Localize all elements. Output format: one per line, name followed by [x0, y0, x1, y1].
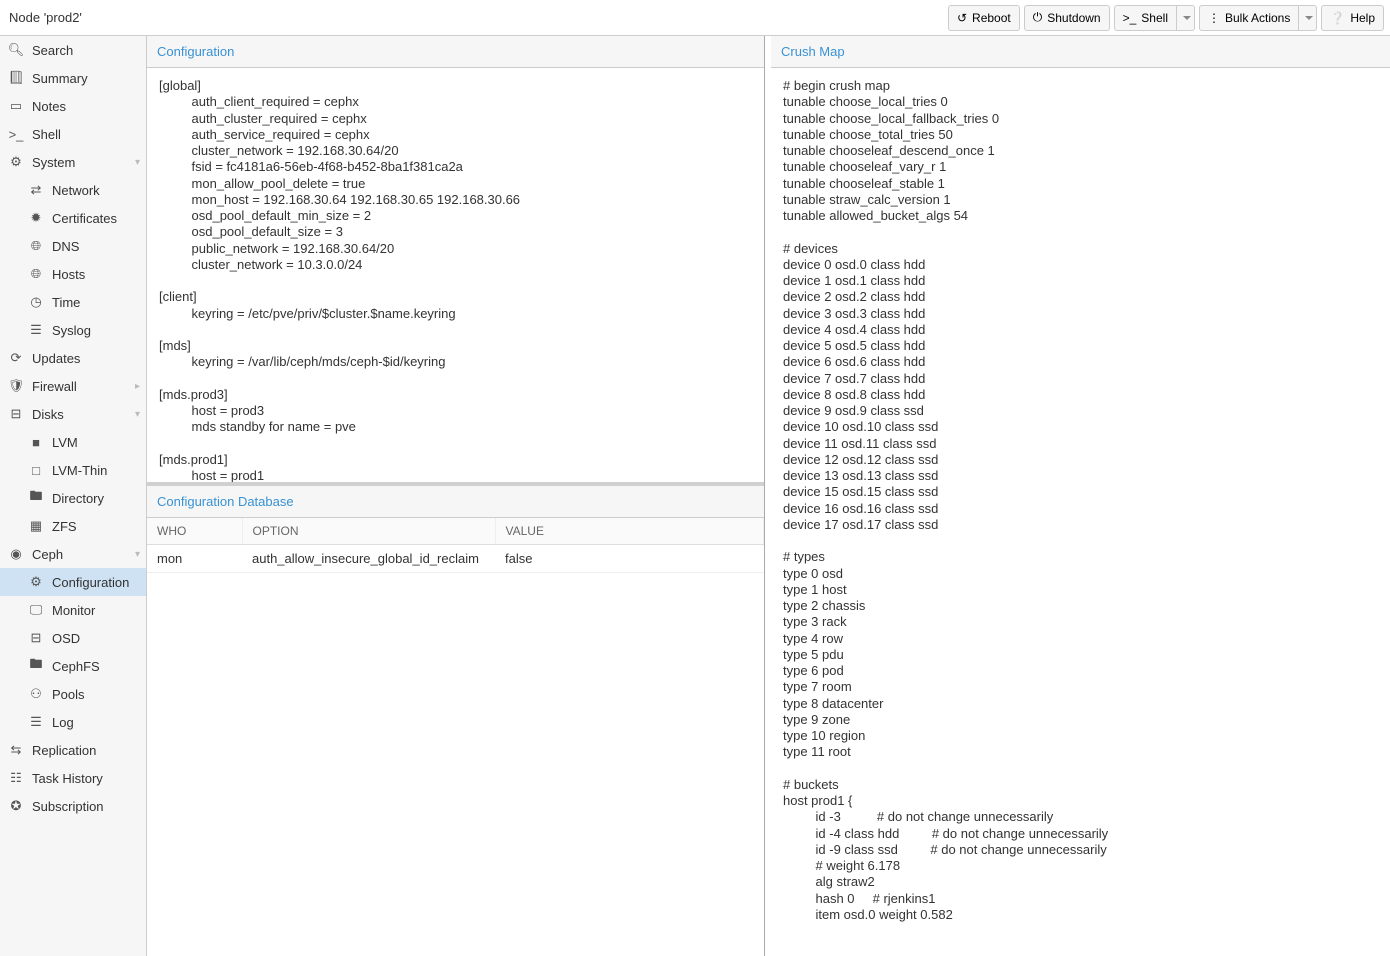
sidebar-item-firewall[interactable]: 🛡︎Firewall▸ — [0, 372, 146, 400]
sidebar-item-system[interactable]: ⚙System▾ — [0, 148, 146, 176]
chevron-down-icon — [1305, 16, 1313, 20]
chevron-right-icon: ▸ — [135, 381, 140, 392]
sidebar-item-updates[interactable]: ⟳Updates — [0, 344, 146, 372]
sidebar-item-dns[interactable]: 🌐︎DNS — [0, 232, 146, 260]
sidebar-item-subscription[interactable]: ✪Subscription — [0, 792, 146, 820]
hdd-icon: ⊟ — [8, 406, 24, 422]
list-icon: ☰ — [28, 322, 44, 338]
tv-icon: 🖵 — [28, 602, 44, 618]
sidebar-item-ceph[interactable]: ◉Ceph▾ — [0, 540, 146, 568]
table-row[interactable]: mon auth_allow_insecure_global_id_reclai… — [147, 545, 764, 573]
globe-icon: 🌐︎ — [28, 238, 44, 254]
ceph-icon: ◉ — [8, 546, 24, 562]
gear-icon: ⚙ — [28, 574, 44, 590]
chevron-down-icon — [1183, 16, 1191, 20]
terminal-icon: >_ — [1123, 11, 1137, 25]
th-option[interactable]: OPTION — [242, 518, 495, 545]
sidebar-item-lvmthin[interactable]: □LVM-Thin — [0, 456, 146, 484]
sidebar-item-network[interactable]: ⇄Network — [0, 176, 146, 204]
sitemap-icon: ⚇ — [28, 686, 44, 702]
retweet-icon: ⇆ — [8, 742, 24, 758]
square-icon: ■ — [28, 435, 44, 450]
sidebar-item-shell[interactable]: >_Shell — [0, 120, 146, 148]
clock-icon: ◷ — [28, 294, 44, 310]
chevron-down-icon: ▾ — [135, 409, 140, 420]
book-icon: 📕︎ — [8, 70, 24, 86]
sidebar-item-notes[interactable]: ▭Notes — [0, 92, 146, 120]
node-title: Node 'prod2' — [6, 10, 82, 25]
sidebar-item-hosts[interactable]: 🌐︎Hosts — [0, 260, 146, 288]
list-icon: ☰ — [28, 714, 44, 730]
sidebar-item-configuration[interactable]: ⚙Configuration — [0, 568, 146, 596]
list-alt-icon: ☷ — [8, 770, 24, 786]
shell-button[interactable]: >_ Shell — [1114, 5, 1177, 31]
search-icon: 🔍︎ — [8, 42, 24, 58]
sidebar-item-pools[interactable]: ⚇Pools — [0, 680, 146, 708]
toolbar-buttons: ↺ Reboot ⏻ Shutdown >_ Shell ⋮ Bulk Acti… — [948, 5, 1384, 31]
sidebar-item-taskhistory[interactable]: ☷Task History — [0, 764, 146, 792]
square-o-icon: □ — [28, 463, 44, 478]
sidebar-item-summary[interactable]: 📕︎Summary — [0, 64, 146, 92]
sidebar-item-osd[interactable]: ⊟OSD — [0, 624, 146, 652]
sidebar-item-certificates[interactable]: ✹Certificates — [0, 204, 146, 232]
shield-icon: 🛡︎ — [8, 378, 24, 394]
globe-icon: 🌐︎ — [28, 266, 44, 282]
sidebar-item-monitor[interactable]: 🖵Monitor — [0, 596, 146, 624]
folder-icon: 🖿 — [28, 487, 44, 509]
sidebar-item-cephfs[interactable]: 🖿CephFS — [0, 652, 146, 680]
th-who[interactable]: WHO — [147, 518, 242, 545]
sidebar: 🔍︎Search 📕︎Summary ▭Notes >_Shell ⚙Syste… — [0, 36, 147, 956]
power-icon: ⏻ — [1033, 10, 1043, 25]
configuration-panel-header: Configuration — [147, 36, 764, 68]
bulk-dropdown-button[interactable] — [1299, 5, 1317, 31]
chevron-down-icon: ▾ — [135, 549, 140, 560]
shell-dropdown-button[interactable] — [1177, 5, 1195, 31]
chevron-down-icon: ▾ — [135, 157, 140, 168]
sidebar-item-directory[interactable]: 🖿Directory — [0, 484, 146, 512]
sticky-note-icon: ▭ — [8, 98, 24, 114]
certificate-icon: ✹ — [28, 210, 44, 226]
sidebar-item-log[interactable]: ☰Log — [0, 708, 146, 736]
config-db-table: WHO OPTION VALUE mon auth_allow_insecure… — [147, 518, 764, 573]
configuration-database-header: Configuration Database — [147, 486, 764, 518]
help-icon: ❔ — [1330, 11, 1345, 25]
shutdown-button[interactable]: ⏻ Shutdown — [1024, 5, 1110, 31]
crush-map-text[interactable]: # begin crush map tunable choose_local_t… — [771, 68, 1390, 956]
exchange-icon: ⇄ — [28, 182, 44, 198]
support-icon: ✪ — [8, 798, 24, 814]
top-toolbar: Node 'prod2' ↺ Reboot ⏻ Shutdown >_ Shel… — [0, 0, 1390, 36]
sidebar-item-time[interactable]: ◷Time — [0, 288, 146, 316]
refresh-icon: ⟳ — [8, 350, 24, 366]
configuration-text[interactable]: [global] auth_client_required = cephx au… — [147, 68, 764, 486]
crush-map-panel-header: Crush Map — [771, 36, 1390, 68]
sidebar-item-replication[interactable]: ⇆Replication — [0, 736, 146, 764]
th-large-icon: ▦ — [28, 518, 44, 534]
sidebar-item-search[interactable]: 🔍︎Search — [0, 36, 146, 64]
menu-icon: ⋮ — [1208, 11, 1220, 25]
terminal-icon: >_ — [8, 127, 24, 142]
hdd-icon: ⊟ — [28, 630, 44, 646]
cogs-icon: ⚙ — [8, 154, 24, 170]
sidebar-item-syslog[interactable]: ☰Syslog — [0, 316, 146, 344]
th-value[interactable]: VALUE — [495, 518, 764, 545]
sidebar-item-disks[interactable]: ⊟Disks▾ — [0, 400, 146, 428]
sidebar-item-lvm[interactable]: ■LVM — [0, 428, 146, 456]
sidebar-item-zfs[interactable]: ▦ZFS — [0, 512, 146, 540]
folder-icon: 🖿 — [28, 655, 44, 677]
help-button[interactable]: ❔ Help — [1321, 5, 1384, 31]
reboot-button[interactable]: ↺ Reboot — [948, 5, 1020, 31]
reboot-icon: ↺ — [957, 11, 967, 25]
bulk-actions-button[interactable]: ⋮ Bulk Actions — [1199, 5, 1299, 31]
